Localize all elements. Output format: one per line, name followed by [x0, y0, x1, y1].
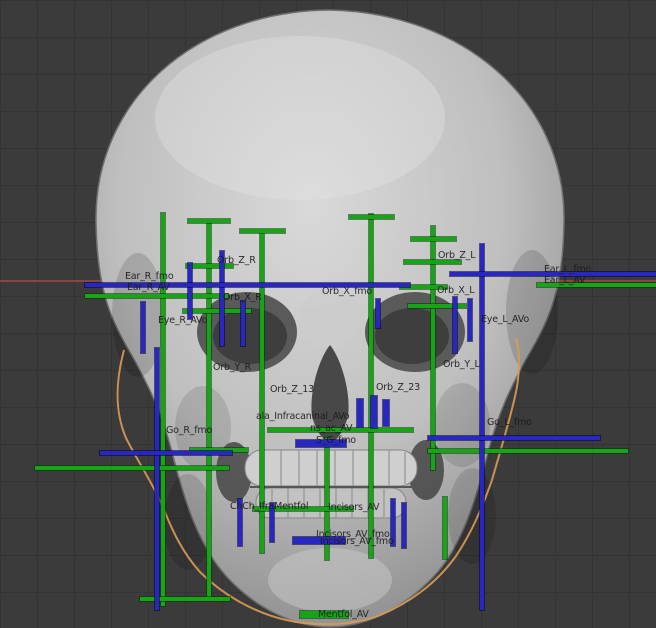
landmark-label: ala_Infracaninal_AVo: [256, 412, 349, 422]
landmark-label: Orb_Z_23: [376, 383, 420, 393]
landmark-label: Incisors_AV: [328, 503, 379, 513]
landmark-label: Ear_R_fmo: [125, 272, 173, 282]
landmark-label: Go_L_fmo: [487, 418, 532, 428]
landmark-label: Go_R_fmo: [166, 426, 212, 436]
3d-viewport[interactable]: Ear_R_fmoEar_R_AV Orb_Z_R Orb_X_R Orb_X_fmo…: [0, 0, 656, 628]
landmark-label: Eye_L_AVo: [481, 315, 529, 325]
landmark-label: ChCh_IfraMentfol: [230, 502, 308, 512]
landmark-label: Ear_L_fmo: [544, 265, 591, 275]
landmark-labels-layer: Ear_R_fmoEar_R_AV Orb_Z_R Orb_X_R Orb_X_fmo…: [0, 0, 656, 628]
landmark-label: Incisors_AV_fmo: [320, 537, 394, 547]
landmark-label: Eye_R_AVo: [158, 316, 207, 326]
landmark-label: S_G_fmo: [316, 436, 356, 446]
landmark-label: Orb_Y_L: [443, 360, 480, 370]
landmark-label: Orb_Z_L: [438, 251, 475, 261]
landmark-label: Orb_Y_R: [213, 363, 251, 373]
landmark-label: Mentfol_AV: [318, 610, 369, 620]
landmark-label: Orb_Z_R: [217, 256, 256, 266]
landmark-label: Orb_X_R: [223, 293, 262, 303]
landmark-label: Orb_X_fmo: [322, 287, 372, 297]
landmark-label: Ear_L_AV: [544, 276, 585, 286]
landmark-label: Ear_R_AV: [127, 283, 170, 293]
landmark-label: Orb_Z_13: [270, 385, 314, 395]
landmark-label: ns_ac_AV: [310, 424, 352, 434]
landmark-label: Orb_X_L: [437, 286, 474, 296]
